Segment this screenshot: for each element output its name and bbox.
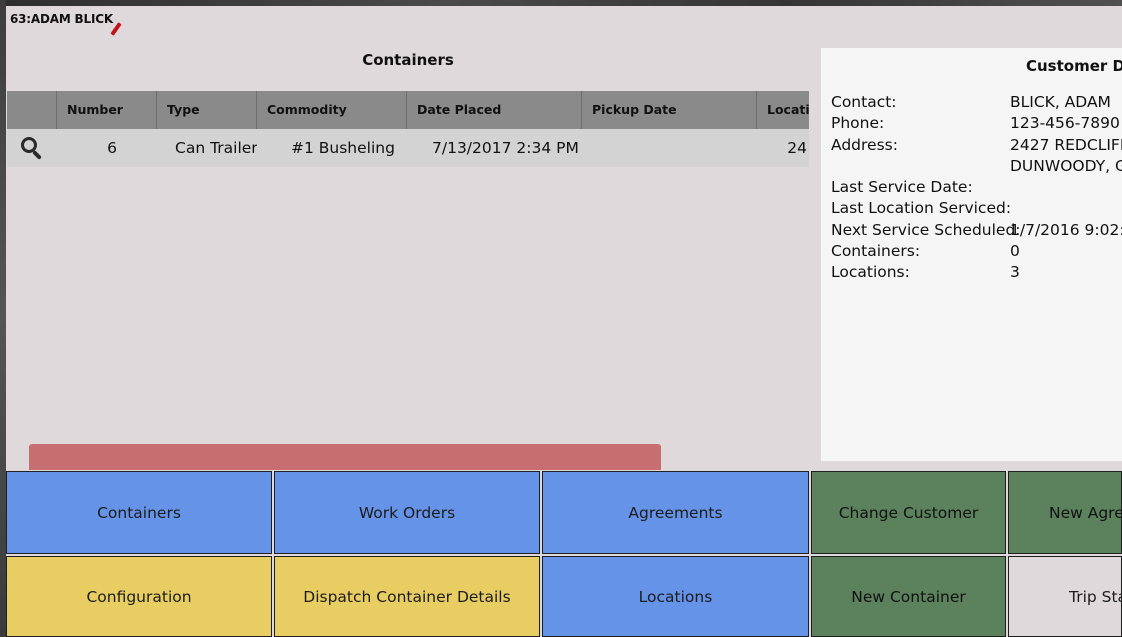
field-address-line2: DUNWOODY, G — [1010, 156, 1122, 175]
locations-button[interactable]: Locations — [542, 556, 809, 637]
containers-title: Containers — [362, 51, 454, 69]
col-header-type[interactable]: Type — [157, 91, 257, 129]
col-header-number[interactable]: Number — [57, 91, 157, 129]
field-last-service-date: Last Service Date: — [831, 178, 973, 197]
containers-grid: Number Type Commodity Date Placed Pickup… — [7, 91, 809, 167]
configuration-button[interactable]: Configuration — [6, 556, 272, 637]
new-agreement-button[interactable]: New Agree — [1008, 471, 1122, 554]
col-header-commodity[interactable]: Commodity — [257, 91, 407, 129]
field-contact: Contact: BLICK, ADAM — [831, 93, 1111, 111]
customer-fields: Contact: BLICK, ADAM Phone: 123-456-7890 A… — [831, 92, 1122, 284]
trip-status-button[interactable]: Trip Stat — [1008, 556, 1122, 637]
dispatch-container-details-button[interactable]: Dispatch Container Details — [274, 556, 540, 637]
window-title: 63:ADAM BLICK — [10, 12, 113, 26]
col-header-view[interactable] — [7, 91, 57, 129]
cell-number: 6 — [107, 139, 117, 157]
work-orders-button[interactable]: Work Orders — [274, 471, 540, 554]
field-phone: Phone: 123-456-7890 — [831, 114, 1120, 133]
col-header-pickup-date[interactable]: Pickup Date — [582, 91, 757, 129]
cell-type: Can Trailer — [175, 139, 257, 157]
field-last-location-serviced: Last Location Serviced: — [831, 199, 1012, 218]
cell-date-placed: 7/13/2017 2:34 PM — [432, 139, 579, 157]
col-header-date-placed[interactable]: Date Placed — [407, 91, 582, 129]
view-cell[interactable] — [7, 129, 57, 167]
alert-bar — [29, 444, 661, 470]
field-address: Address:2427 REDCLIFF W — [831, 135, 1122, 154]
cell-location: 24 — [787, 139, 807, 157]
field-next-service-scheduled: Next Service Scheduled: 1/7/2016 9:02:1 — [831, 220, 1122, 239]
customer-details-panel: Customer De Contact:BLICK, ADAM Phone:12… — [821, 48, 1122, 461]
main-window: 63:ADAM BLICK Containers Number Type Com… — [6, 6, 1122, 637]
col-header-location[interactable]: Locatio — [757, 91, 809, 129]
change-customer-button[interactable]: Change Customer — [811, 471, 1006, 554]
containers-button[interactable]: Containers — [6, 471, 272, 554]
magnifier-icon[interactable] — [20, 136, 44, 160]
field-containers: Containers: 0 — [831, 242, 1020, 261]
agreements-button[interactable]: Agreements — [542, 471, 809, 554]
cell-commodity: #1 Busheling — [291, 139, 395, 157]
grid-header: Number Type Commodity Date Placed Pickup… — [7, 91, 809, 129]
cell-pickup-date — [582, 129, 757, 167]
customer-details-title: Customer De — [1026, 57, 1122, 75]
field-locations: Locations: 3 — [831, 263, 1020, 282]
table-row[interactable]: 6 Can Trailer #1 Busheling 7/13/2017 2:3… — [7, 129, 809, 167]
new-container-button[interactable]: New Container — [811, 556, 1006, 637]
